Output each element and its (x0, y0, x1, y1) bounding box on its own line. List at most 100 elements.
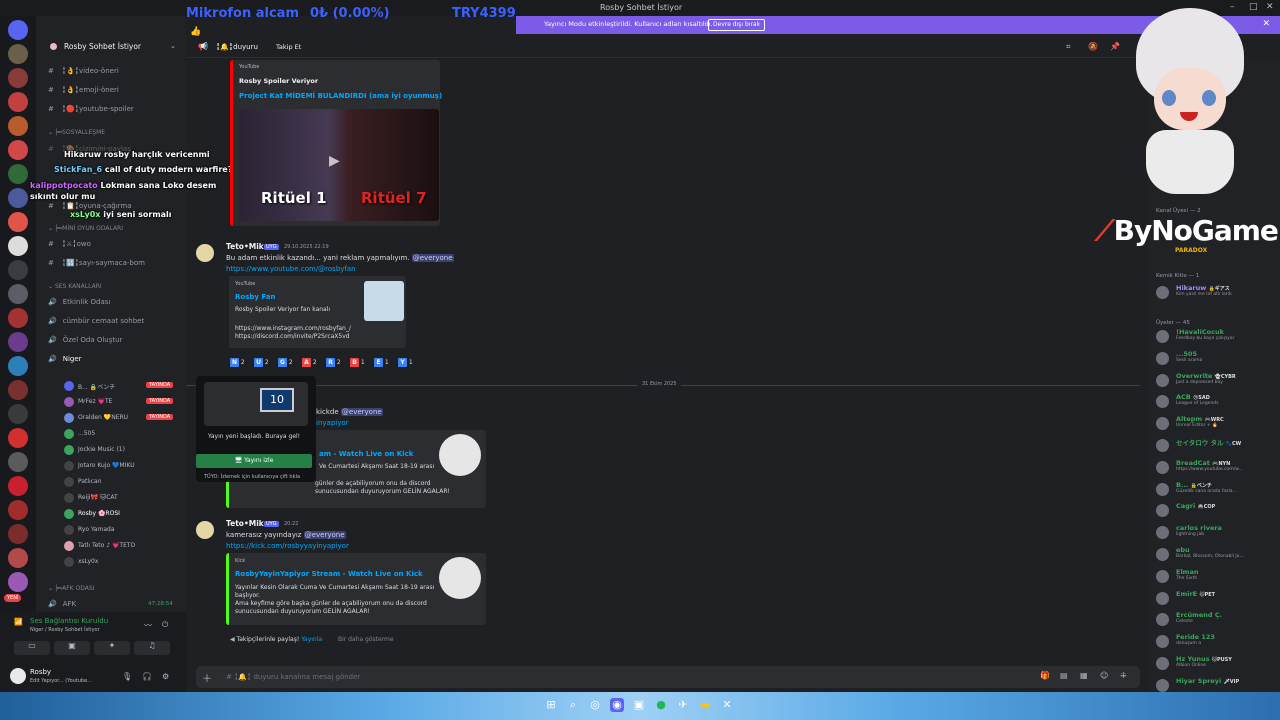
maximize-button[interactable]: □ (1249, 2, 1258, 12)
server-icon[interactable] (8, 452, 28, 472)
voice-user[interactable]: ...505 (78, 430, 95, 437)
avatar[interactable] (10, 668, 26, 684)
server-icon[interactable] (8, 308, 28, 328)
channel-video-oneri[interactable]: # ╏👌╏video-öneri (48, 67, 119, 75)
voice-status[interactable]: Ses Bağlantısı Kuruldu (30, 617, 108, 625)
message-author[interactable]: Teto•Miku (226, 242, 269, 251)
start-icon[interactable]: ⊞ (544, 698, 558, 712)
server-icon[interactable] (8, 356, 28, 376)
server-icon[interactable] (8, 548, 28, 568)
server-icon[interactable] (8, 68, 28, 88)
apps-icon[interactable]: ⁜ (1120, 671, 1127, 680)
voice-channel-niger[interactable]: 🔊 Niger (48, 355, 82, 363)
discord-icon[interactable]: ◉ (610, 698, 624, 712)
voice-user[interactable]: Rosby 🌸ROSI (78, 510, 120, 517)
reaction[interactable]: G 2 (278, 358, 293, 368)
channel-owo[interactable]: # ╏⚔╏owo (48, 240, 91, 248)
server-icon[interactable] (8, 500, 28, 520)
message-input[interactable]: # ╏🔔╏ duyuru kanalına mesaj gönder (226, 673, 360, 681)
embed-link-line[interactable]: https://discord.com/invite/P2SrcaX5vd (235, 333, 350, 341)
server-icon[interactable] (8, 260, 28, 280)
message-link[interactable]: https://www.youtube.com/@rosbyfan (226, 265, 356, 273)
gift-icon[interactable]: 🎁 (1040, 671, 1050, 680)
screen-share-button[interactable]: ▣ (54, 641, 90, 655)
category-sosyallesme[interactable]: ⌄ ╞═SOSYALLEŞME (48, 129, 105, 136)
voice-user[interactable]: Oralden 💛NERU (78, 414, 128, 421)
reaction[interactable]: N 2 (230, 358, 245, 368)
soundboard-button[interactable]: ♫ (134, 641, 170, 655)
server-icon[interactable] (8, 92, 28, 112)
voice-user[interactable]: Jockie Music (1) (78, 446, 125, 453)
embed-title[interactable]: Rosby Fan (235, 293, 275, 301)
server-icon[interactable] (8, 476, 28, 496)
channel-sayi-saymaca[interactable]: # ╏🔢╏sayı-saymaca-bom (48, 259, 145, 267)
reaction[interactable]: Y 1 (398, 358, 413, 368)
server-icon[interactable] (8, 236, 28, 256)
server-icon[interactable] (8, 140, 28, 160)
spotify-icon[interactable]: ● (654, 698, 668, 712)
play-icon[interactable]: ▶ (329, 153, 340, 169)
app-icon[interactable]: ✈ (676, 698, 690, 712)
embed-title[interactable]: Project Kat MİDEMİ BULANDIRDI (ama iyi o… (239, 92, 442, 100)
server-icon[interactable] (8, 380, 28, 400)
voice-user[interactable]: Tatlı Teto ♪ 💗TETO (78, 542, 135, 549)
file-explorer-icon[interactable]: ▬ (698, 698, 712, 712)
voice-channel-ozel-oda[interactable]: 🔊 Özel Oda Oluştur (48, 336, 122, 344)
embed-title[interactable]: RosbyYayinYapiyor Stream - Watch Live on… (235, 570, 423, 578)
chevron-down-icon[interactable]: ⌄ (170, 42, 176, 50)
home-icon[interactable] (8, 20, 28, 40)
message-author[interactable]: Teto•Miku (226, 519, 269, 528)
server-icon[interactable] (8, 332, 28, 352)
voice-user[interactable]: Jotaro Kujo 💙MIKU (78, 462, 135, 469)
category-ses-kanallari[interactable]: ⌄ SES KANALLARI (48, 283, 102, 290)
category-afk[interactable]: ⌄ ╞═AFK ODASI (48, 585, 95, 592)
gif-icon[interactable]: ▤ (1060, 671, 1068, 680)
avatar[interactable] (196, 521, 214, 539)
app-icon[interactable]: ◎ (588, 698, 602, 712)
embed-thumbnail[interactable] (439, 557, 481, 599)
voice-user[interactable]: MrFez 💗TE (78, 398, 112, 405)
voice-user[interactable]: Patlıcan (78, 478, 102, 485)
voice-channel-cumbur[interactable]: 🔊 cümbür cemaat sohbet (48, 317, 144, 325)
stream-preview-image[interactable]: 10 (204, 382, 308, 426)
noise-suppression-icon[interactable]: 〰 (144, 620, 152, 631)
search-icon[interactable]: ⌕ (566, 698, 580, 712)
embed-author[interactable]: Rosby Spoiler Veriyor (239, 77, 318, 85)
message-link[interactable]: inyapiyor (316, 419, 349, 427)
everyone-mention[interactable]: @everyone (340, 408, 383, 416)
channel-emoji-oneri[interactable]: # ╏👌╏emoji-öneri (48, 86, 119, 94)
reaction[interactable]: A 2 (302, 358, 317, 368)
embed-link-line[interactable]: https://www.instagram.com/rosbyfan_/ (235, 325, 351, 333)
notification-icon[interactable]: 🔕 (1088, 42, 1098, 51)
server-icon[interactable] (8, 428, 28, 448)
server-icon[interactable] (8, 116, 28, 136)
message-link[interactable]: https://kick.com/rosbyyayinyapiyor (226, 542, 349, 550)
disable-streamer-mode-button[interactable]: Devre dışı bırak (708, 19, 766, 31)
camera-button[interactable]: ▭ (14, 641, 50, 655)
server-icon[interactable] (8, 572, 28, 592)
voice-user[interactable]: Ryo Yamada (78, 526, 115, 533)
reaction[interactable]: R 2 (326, 358, 341, 368)
server-icon[interactable] (8, 188, 28, 208)
close-button[interactable]: ✕ (1266, 2, 1274, 12)
add-attachment-icon[interactable]: ＋ (202, 670, 212, 685)
emoji-icon[interactable]: ☺ (1100, 671, 1108, 680)
microphone-icon[interactable]: 🎙 (122, 672, 132, 681)
voice-channel-etkinlik[interactable]: 🔊 Etkinlik Odası (48, 298, 110, 306)
pin-icon[interactable]: 📌 (1110, 42, 1120, 51)
server-icon[interactable] (8, 284, 28, 304)
settings-gear-icon[interactable]: ⚙ (162, 672, 169, 681)
embed-title[interactable]: am - Watch Live on Kick (319, 450, 413, 458)
voice-user[interactable]: Reiji🎀 🐱CAT (78, 494, 118, 501)
reaction[interactable]: E 1 (374, 358, 389, 368)
follow-button[interactable]: Takip Et (276, 43, 301, 51)
watch-stream-button[interactable]: 🖥 Yayını izle (196, 454, 312, 468)
app-icon[interactable]: ✕ (720, 698, 734, 712)
server-icon[interactable] (8, 524, 28, 544)
server-name[interactable]: Rosby Sohbet İstiyor (64, 42, 141, 51)
disconnect-icon[interactable]: ⏻ (162, 620, 168, 630)
embed-thumbnail[interactable] (439, 434, 481, 476)
reaction[interactable]: U 2 (254, 358, 269, 368)
reaction[interactable]: B 1 (350, 358, 365, 368)
server-icon[interactable] (8, 164, 28, 184)
